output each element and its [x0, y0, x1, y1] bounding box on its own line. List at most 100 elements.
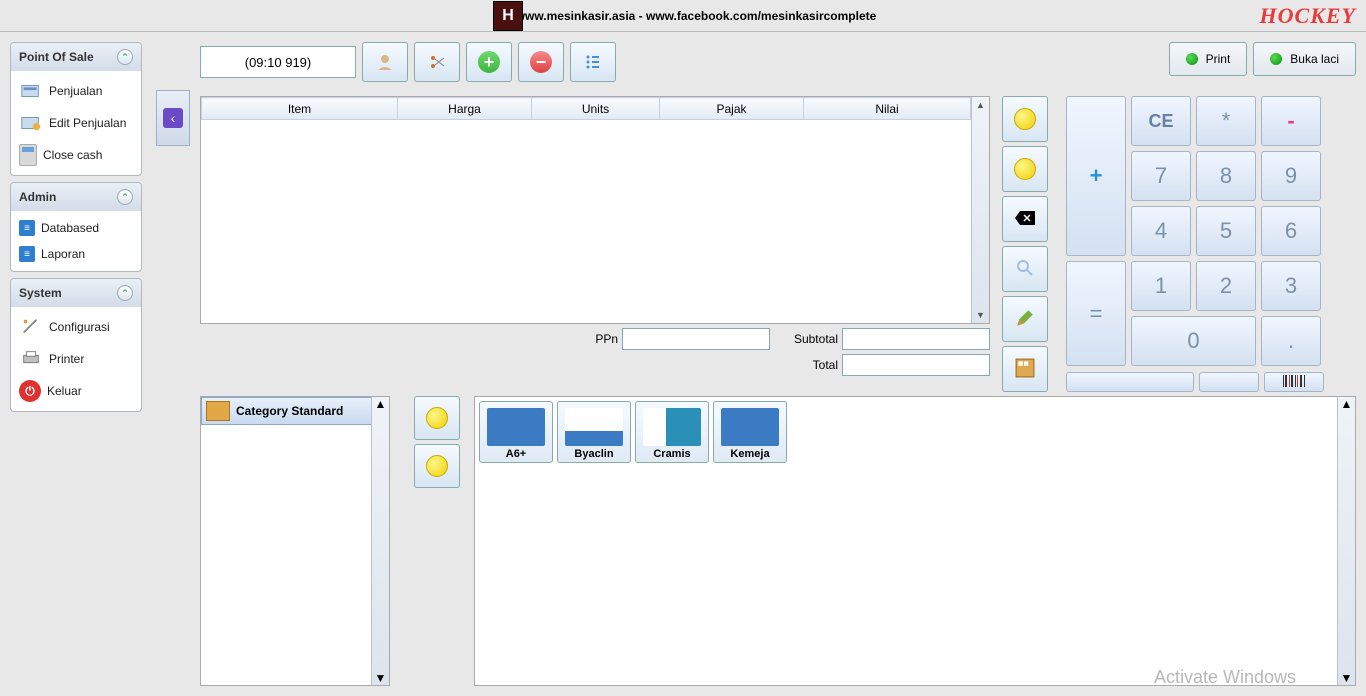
nav-penjualan[interactable]: Penjualan — [13, 75, 139, 107]
key-8[interactable]: 8 — [1196, 151, 1256, 201]
key-star[interactable]: * — [1196, 96, 1256, 146]
key-4[interactable]: 4 — [1131, 206, 1191, 256]
customer-button[interactable] — [362, 42, 408, 82]
plus-icon: + — [478, 51, 500, 73]
nav-label: Databased — [41, 221, 99, 235]
yellow-dot-icon — [1014, 158, 1036, 180]
totals-area: PPn Subtotal Total — [200, 328, 990, 376]
key-7[interactable]: 7 — [1131, 151, 1191, 201]
panel-system-header[interactable]: System ⌃ — [11, 279, 141, 307]
calc-button[interactable] — [1002, 346, 1048, 392]
key-dot[interactable]: . — [1261, 316, 1321, 366]
yellow-dot-icon — [426, 455, 448, 477]
backspace-button[interactable] — [1002, 196, 1048, 242]
nav-databased[interactable]: ≡ Databased — [13, 215, 139, 241]
subtotal-input[interactable] — [842, 328, 990, 350]
scroll-down-icon[interactable]: ▼ — [1341, 671, 1353, 685]
sale-toolbar: (09:10 919) + − — [200, 42, 616, 82]
product-down-button[interactable] — [414, 444, 460, 488]
nav-close-cash[interactable]: Close cash — [13, 139, 139, 171]
scroll-up-icon[interactable]: ▲ — [972, 97, 989, 113]
extra-key-2[interactable] — [1199, 372, 1259, 392]
print-button[interactable]: Print — [1169, 42, 1248, 76]
collapse-icon[interactable]: ⌃ — [117, 49, 133, 65]
backspace-icon — [1015, 208, 1035, 231]
extra-key-1[interactable] — [1066, 372, 1194, 392]
search-button[interactable] — [1002, 246, 1048, 292]
col-units[interactable]: Units — [532, 98, 660, 120]
nav-configurasi[interactable]: Configurasi — [13, 311, 139, 343]
pencil-icon — [1015, 308, 1035, 331]
category-panel: Category Standard ▲ ▼ — [200, 396, 390, 686]
sale-icon — [19, 80, 43, 102]
split-button[interactable] — [414, 42, 460, 82]
panel-admin-header[interactable]: Admin ⌃ — [11, 183, 141, 211]
product-card[interactable]: Byaclin — [557, 401, 631, 463]
calculator-icon — [19, 144, 37, 166]
key-9[interactable]: 9 — [1261, 151, 1321, 201]
attr2-button[interactable] — [1002, 146, 1048, 192]
print-label: Print — [1206, 52, 1231, 66]
col-harga[interactable]: Harga — [398, 98, 532, 120]
collapse-sidebar-button[interactable]: ‹ — [156, 90, 190, 146]
product-up-button[interactable] — [414, 396, 460, 440]
main-area: ‹ (09:10 919) + − Print Buka laci Item H… — [156, 42, 1356, 696]
product-card[interactable]: Cramis — [635, 401, 709, 463]
scroll-up-icon[interactable]: ▲ — [1341, 397, 1353, 411]
status-dot-icon — [1270, 53, 1282, 65]
topbar: H www.mesinkasir.asia - www.facebook.com… — [0, 0, 1366, 32]
product-card[interactable]: Kemeja — [713, 401, 787, 463]
products-panel: A6+ Byaclin Cramis Kemeja ▲ ▼ — [474, 396, 1356, 686]
key-5[interactable]: 5 — [1196, 206, 1256, 256]
ppn-input[interactable] — [622, 328, 770, 350]
nav-laporan[interactable]: ≡ Laporan — [13, 241, 139, 267]
search-icon — [1015, 258, 1035, 281]
list-button[interactable] — [570, 42, 616, 82]
grid-scrollbar[interactable]: ▲ ▼ — [971, 97, 989, 323]
grid-side-actions — [1002, 96, 1048, 392]
collapse-icon[interactable]: ⌃ — [117, 189, 133, 205]
product-image — [721, 408, 779, 446]
nav-keluar[interactable]: ⏻ Keluar — [13, 375, 139, 407]
barcode-icon — [1282, 375, 1306, 390]
col-item[interactable]: Item — [202, 98, 398, 120]
nav-printer[interactable]: Printer — [13, 343, 139, 375]
attr1-button[interactable] — [1002, 96, 1048, 142]
key-2[interactable]: 2 — [1196, 261, 1256, 311]
collapse-icon[interactable]: ⌃ — [117, 285, 133, 301]
key-3[interactable]: 3 — [1261, 261, 1321, 311]
open-drawer-button[interactable]: Buka laci — [1253, 42, 1356, 76]
remove-button[interactable]: − — [518, 42, 564, 82]
key-6[interactable]: 6 — [1261, 206, 1321, 256]
col-nilai[interactable]: Nilai — [804, 98, 971, 120]
barcode-button[interactable] — [1264, 372, 1324, 392]
key-1[interactable]: 1 — [1131, 261, 1191, 311]
total-input[interactable] — [842, 354, 990, 376]
add-button[interactable]: + — [466, 42, 512, 82]
category-label: Category Standard — [236, 404, 343, 418]
col-pajak[interactable]: Pajak — [660, 98, 804, 120]
items-table[interactable]: Item Harga Units Pajak Nilai — [201, 97, 971, 120]
key-ce[interactable]: CE — [1131, 96, 1191, 146]
products-scrollbar[interactable]: ▲ ▼ — [1337, 397, 1355, 685]
edit-button[interactable] — [1002, 296, 1048, 342]
nav-label: Keluar — [47, 384, 82, 398]
category-item[interactable]: Category Standard — [201, 397, 389, 425]
tools-icon — [19, 316, 43, 338]
subtotal-label: Subtotal — [778, 332, 838, 346]
line-items-grid: Item Harga Units Pajak Nilai ▲ ▼ — [200, 96, 990, 324]
key-equals[interactable]: = — [1066, 261, 1126, 366]
scroll-up-icon[interactable]: ▲ — [375, 397, 387, 411]
product-label: Kemeja — [730, 448, 769, 460]
key-plus[interactable]: + — [1066, 96, 1126, 256]
nav-edit-penjualan[interactable]: Edit Penjualan — [13, 107, 139, 139]
panel-pos-header[interactable]: Point Of Sale ⌃ — [11, 43, 141, 71]
scroll-down-icon[interactable]: ▼ — [375, 671, 387, 685]
key-minus[interactable]: - — [1261, 96, 1321, 146]
total-label: Total — [778, 358, 838, 372]
panel-pos-title: Point Of Sale — [19, 50, 94, 64]
scroll-down-icon[interactable]: ▼ — [972, 307, 989, 323]
category-scrollbar[interactable]: ▲ ▼ — [371, 397, 389, 685]
product-card[interactable]: A6+ — [479, 401, 553, 463]
key-0[interactable]: 0 — [1131, 316, 1256, 366]
